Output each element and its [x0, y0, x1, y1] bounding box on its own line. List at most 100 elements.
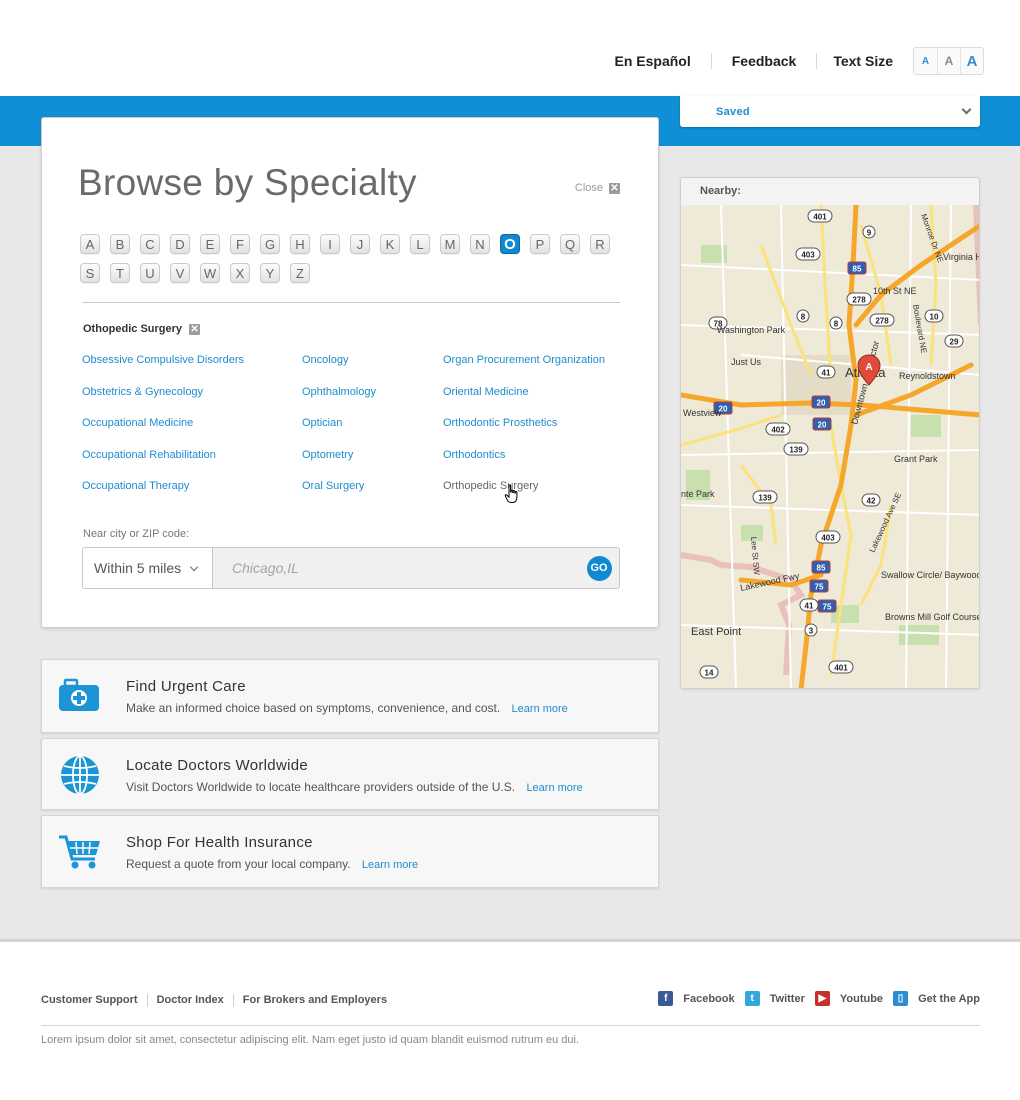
specialty-link[interactable]: Oncology: [302, 353, 376, 385]
doctors-worldwide-card[interactable]: Locate Doctors Worldwide Visit Doctors W…: [41, 738, 659, 810]
nearby-map-panel: Nearby: 401 9 403 85 278 78 8 8 278 10 2…: [680, 177, 980, 689]
specialty-link[interactable]: Oral Surgery: [302, 479, 376, 511]
go-button[interactable]: GO: [586, 555, 612, 581]
youtube-icon: ▶: [814, 991, 830, 1006]
map-place-label: Washington Park: [717, 325, 786, 335]
letter-filter-h[interactable]: H: [290, 234, 310, 254]
specialty-link[interactable]: Occupational Rehabilitation: [82, 448, 244, 480]
map-place-label: Browns Mill Golf Course: [885, 612, 980, 622]
letter-filter-w[interactable]: W: [200, 263, 220, 283]
text-size-selector: A A A: [913, 47, 984, 75]
map-place-label: Virginia Highland: [943, 252, 980, 262]
letter-filter-y[interactable]: Y: [260, 263, 280, 283]
letter-filter-k[interactable]: K: [380, 234, 400, 254]
remove-filter-icon[interactable]: ✕: [189, 323, 201, 335]
specialty-link[interactable]: Orthopedic Surgery: [443, 479, 605, 511]
letter-filter-m[interactable]: M: [440, 234, 460, 254]
letter-filter-g[interactable]: G: [260, 234, 280, 254]
letter-filter-x[interactable]: X: [230, 263, 250, 283]
map-place-label: Westview: [683, 408, 722, 418]
health-insurance-card[interactable]: Shop For Health Insurance Request a quot…: [41, 815, 659, 888]
shopping-cart-icon: [59, 835, 100, 869]
twitter-link[interactable]: t Twitter: [744, 991, 805, 1006]
letter-filter-o[interactable]: O: [500, 234, 520, 254]
letter-filter-n[interactable]: N: [470, 234, 490, 254]
specialty-link[interactable]: Ophthalmology: [302, 385, 376, 417]
letter-filter-b[interactable]: B: [110, 234, 130, 254]
letter-filter-p[interactable]: P: [530, 234, 550, 254]
learn-more-link[interactable]: Learn more: [512, 703, 568, 715]
get-the-app-link[interactable]: ▯ Get the App: [893, 991, 980, 1006]
social-label: Youtube: [839, 992, 884, 1005]
map-place-label: Just Us: [731, 357, 762, 367]
specialty-link[interactable]: Obstetrics & Gynecology: [82, 385, 244, 417]
map-park: [899, 625, 939, 645]
specialty-link[interactable]: Orthodontics: [443, 448, 605, 480]
road-shield-label: 403: [801, 251, 815, 260]
urgent-care-card[interactable]: Find Urgent Care Make an informed choice…: [41, 659, 659, 733]
radius-dropdown[interactable]: Within 5 miles: [83, 548, 213, 588]
specialty-link[interactable]: Organ Procurement Organization: [443, 353, 605, 385]
mobile-app-icon: ▯: [893, 991, 909, 1006]
letter-filter-j[interactable]: J: [350, 234, 370, 254]
saved-dropdown[interactable]: Saved: [680, 96, 980, 127]
letter-filter-q[interactable]: Q: [560, 234, 580, 254]
letter-filter-v[interactable]: V: [170, 263, 190, 283]
feature-title: Shop For Health Insurance: [126, 834, 313, 851]
letter-filter-d[interactable]: D: [170, 234, 190, 254]
facebook-link[interactable]: f Facebook: [658, 991, 735, 1006]
specialty-link[interactable]: Orthodontic Prosthetics: [443, 416, 605, 448]
letter-filter-c[interactable]: C: [140, 234, 160, 254]
road-shield: 401: [828, 660, 854, 674]
road-shield: 402: [765, 422, 791, 436]
doctor-index-link[interactable]: Doctor Index: [146, 994, 233, 1007]
text-size-small-button[interactable]: A: [914, 48, 937, 74]
road-shield-label: 278: [852, 296, 866, 305]
utility-nav: En Español Feedback Text Size A A A: [595, 47, 984, 75]
customer-support-link[interactable]: Customer Support: [41, 994, 147, 1007]
specialty-link[interactable]: Optometry: [302, 448, 376, 480]
nearby-map[interactable]: 4019403852787888 278 102941202040220139421…: [681, 205, 980, 689]
map-place-label: East Point: [691, 626, 741, 638]
text-size-large-button[interactable]: A: [960, 48, 983, 74]
text-size-medium-button[interactable]: A: [937, 48, 960, 74]
learn-more-link[interactable]: Learn more: [526, 782, 582, 794]
feature-title: Locate Doctors Worldwide: [126, 757, 308, 774]
youtube-link[interactable]: ▶ Youtube: [814, 991, 884, 1006]
espanol-link[interactable]: En Español: [595, 53, 711, 69]
road-shield: 278: [869, 313, 895, 327]
letter-filter-i[interactable]: I: [320, 234, 340, 254]
letter-filter-f[interactable]: F: [230, 234, 250, 254]
road-shield: 139: [752, 490, 778, 504]
specialty-link[interactable]: Occupational Medicine: [82, 416, 244, 448]
specialty-link[interactable]: Optician: [302, 416, 376, 448]
text-size-label: Text Size: [816, 53, 913, 69]
map-place-label: nte Park: [681, 489, 715, 499]
letter-filter-r[interactable]: R: [590, 234, 610, 254]
road-shield-label: 9: [867, 229, 872, 238]
social-label: Get the App: [918, 992, 980, 1005]
globe-icon: [61, 755, 99, 795]
close-button[interactable]: Close ✕: [575, 182, 620, 194]
letter-filter-e[interactable]: E: [200, 234, 220, 254]
letter-filter-t[interactable]: T: [110, 263, 130, 283]
specialty-link[interactable]: Oriental Medicine: [443, 385, 605, 417]
letter-filter-a[interactable]: A: [80, 234, 100, 254]
letter-filter-l[interactable]: L: [410, 234, 430, 254]
location-input[interactable]: [213, 548, 579, 588]
letter-filter-u[interactable]: U: [140, 263, 160, 283]
feature-description: Make an informed choice based on symptom…: [126, 701, 568, 715]
road-shield-label: 3: [809, 627, 814, 636]
go-button-wrapper: GO: [579, 548, 619, 588]
letter-filter-s[interactable]: S: [80, 263, 100, 283]
map-place-label: Reynoldstown: [899, 371, 956, 381]
specialty-link[interactable]: Occupational Therapy: [82, 479, 244, 511]
footer-legal-text: Lorem ipsum dolor sit amet, consectetur …: [41, 1034, 580, 1046]
brokers-employers-link[interactable]: For Brokers and Employers: [232, 994, 396, 1007]
learn-more-link[interactable]: Learn more: [362, 859, 418, 871]
feedback-link[interactable]: Feedback: [710, 53, 817, 69]
specialty-column-3: Organ Procurement Organization Oriental M…: [443, 353, 605, 511]
specialty-link[interactable]: Obsessive Compulsive Disorders: [82, 353, 244, 385]
road-shield: 403: [795, 247, 821, 261]
letter-filter-z[interactable]: Z: [290, 263, 310, 283]
